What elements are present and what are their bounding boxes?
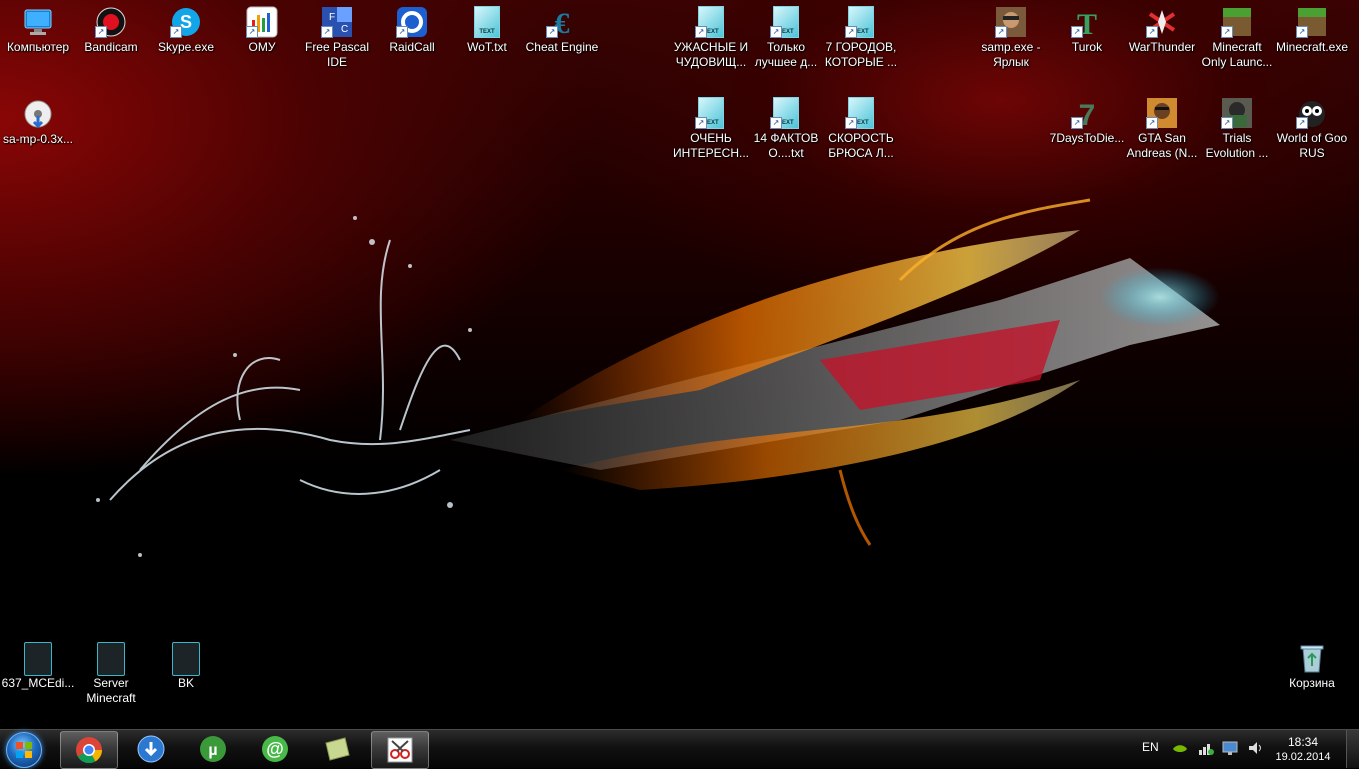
bandicam-icon: ↗ xyxy=(95,6,127,38)
text-file-icon xyxy=(471,6,503,38)
desktop-icon-world-of-goo[interactable]: ↗ World of Goo RUS xyxy=(1274,91,1350,161)
desktop-icon-raidcall[interactable]: ↗ RaidCall xyxy=(374,0,450,55)
desktop-icon-minecraft-exe[interactable]: ↗ Minecraft.exe xyxy=(1274,0,1350,55)
taskbar-chrome-button[interactable] xyxy=(60,731,118,769)
desktop-icon-samp-installer[interactable]: sa-mp-0.3x... xyxy=(0,92,76,147)
desktop-icon-cheat-engine[interactable]: € ↗ Cheat Engine xyxy=(524,0,600,55)
notes-icon xyxy=(325,737,350,761)
monitor-icon[interactable] xyxy=(1222,740,1238,756)
desktop-icon-mcedit-folder[interactable]: 637_MCEdi... xyxy=(0,636,76,691)
show-desktop-button[interactable] xyxy=(1346,730,1359,768)
language-indicator[interactable]: EN xyxy=(1142,740,1159,754)
text-file-icon: ↗ xyxy=(845,97,877,129)
volume-icon[interactable] xyxy=(1247,740,1263,756)
desktop-icon-free-pascal[interactable]: FC ↗ Free Pascal IDE xyxy=(299,0,375,70)
utorrent-icon: µ xyxy=(200,736,226,762)
seven-days-icon: 7 ↗ xyxy=(1071,97,1103,132)
warthunder-icon: ↗ xyxy=(1146,6,1178,38)
clock-date[interactable]: 19.02.2014 xyxy=(1274,751,1332,763)
svg-text:@: @ xyxy=(266,739,284,759)
samp-icon: ↗ xyxy=(995,6,1027,38)
desktop-icon-recycle-bin[interactable]: Корзина xyxy=(1274,636,1350,691)
taskbar-download-button[interactable] xyxy=(123,731,179,767)
desktop-icon-minecraft-launcher[interactable]: ↗ Minecraft Only Launc... xyxy=(1199,0,1275,70)
desktop-icon-bandicam[interactable]: ↗ Bandicam xyxy=(73,0,149,55)
svg-text:F: F xyxy=(329,12,335,23)
folder-icon xyxy=(22,642,54,676)
desktop-icon-text-file-6[interactable]: ↗ СКОРОСТЬ БРЮСА Л... xyxy=(823,91,899,161)
taskbar-notes-button[interactable] xyxy=(309,731,365,767)
desktop[interactable]: Компьютер ↗ Bandicam S ↗ Skype.exe ↗ ОМУ… xyxy=(0,0,1359,729)
taskbar: µ @ EN 18:34 19.02.2014 xyxy=(0,729,1359,769)
trials-icon: ↗ xyxy=(1221,97,1253,129)
desktop-icon-omu[interactable]: ↗ ОМУ xyxy=(224,0,300,55)
folder-icon xyxy=(95,642,127,676)
chrome-icon xyxy=(76,737,103,764)
text-file-icon: ↗ xyxy=(770,97,802,129)
desktop-icon-warthunder[interactable]: ↗ WarThunder xyxy=(1124,0,1200,55)
taskbar-mail-agent-button[interactable]: @ xyxy=(247,731,303,767)
taskbar-snipping-button[interactable] xyxy=(371,731,429,769)
desktop-icon-text-file-2[interactable]: ↗ Только лучшее д... xyxy=(748,0,824,70)
desktop-icon-text-file-4[interactable]: ↗ ОЧЕНЬ ИНТЕРЕСН... xyxy=(673,91,749,161)
cheat-engine-icon: € ↗ xyxy=(546,6,578,40)
desktop-icon-text-file-3[interactable]: ↗ 7 ГОРОДОВ, КОТОРЫЕ ... xyxy=(823,0,899,70)
recycle-bin-icon xyxy=(1296,642,1328,674)
start-button[interactable] xyxy=(6,732,42,768)
desktop-icon-computer[interactable]: Компьютер xyxy=(0,0,76,55)
skype-icon: S ↗ xyxy=(170,6,202,38)
taskbar-utorrent-button[interactable]: µ xyxy=(185,731,241,767)
text-file-icon: ↗ xyxy=(770,6,802,38)
windows-logo-icon xyxy=(16,742,32,758)
desktop-icon-trials[interactable]: ↗ Trials Evolution ... xyxy=(1199,91,1275,161)
text-file-icon: ↗ xyxy=(695,6,727,38)
gta-icon: ↗ xyxy=(1146,97,1178,129)
desktop-icon-7days[interactable]: 7 ↗ 7DaysToDie... xyxy=(1049,91,1125,146)
minecraft-icon: ↗ xyxy=(1221,6,1253,38)
text-file-icon: ↗ xyxy=(695,97,727,129)
mail-agent-icon: @ xyxy=(262,736,288,762)
desktop-icon-skype[interactable]: S ↗ Skype.exe xyxy=(148,0,224,55)
download-icon xyxy=(137,735,165,763)
desktop-icon-text-file-1[interactable]: ↗ УЖАСНЫЕ И ЧУДОВИЩ... xyxy=(673,0,749,70)
free-pascal-icon: FC ↗ xyxy=(321,6,353,38)
network-icon[interactable] xyxy=(1198,740,1214,756)
desktop-icon-server-minecraft[interactable]: Server Minecraft xyxy=(73,636,149,706)
desktop-icon-samp-shortcut[interactable]: ↗ samp.exe - Ярлык xyxy=(973,0,1049,70)
text-file-icon: ↗ xyxy=(845,6,877,38)
minecraft-icon: ↗ xyxy=(1296,6,1328,38)
clock-time[interactable]: 18:34 xyxy=(1280,735,1326,749)
installer-icon xyxy=(22,98,54,130)
turok-icon: T ↗ xyxy=(1071,6,1103,41)
world-of-goo-icon: ↗ xyxy=(1296,97,1328,129)
folder-icon xyxy=(170,642,202,676)
desktop-icon-text-file-5[interactable]: ↗ 14 ФАКТОВ О....txt xyxy=(748,91,824,161)
desktop-icon-turok[interactable]: T ↗ Turok xyxy=(1049,0,1125,55)
svg-text:C: C xyxy=(341,24,348,35)
desktop-icon-gta-sa[interactable]: ↗ GTA San Andreas (N... xyxy=(1124,91,1200,161)
chart-app-icon: ↗ xyxy=(246,6,278,38)
svg-text:µ: µ xyxy=(208,742,217,759)
raidcall-icon: ↗ xyxy=(396,6,428,38)
desktop-icon-bk-folder[interactable]: BK xyxy=(148,636,224,691)
desktop-icon-wot-txt[interactable]: WoT.txt xyxy=(449,0,525,55)
nvidia-icon[interactable] xyxy=(1172,740,1188,756)
scissors-icon xyxy=(387,737,413,763)
computer-icon xyxy=(22,6,54,38)
